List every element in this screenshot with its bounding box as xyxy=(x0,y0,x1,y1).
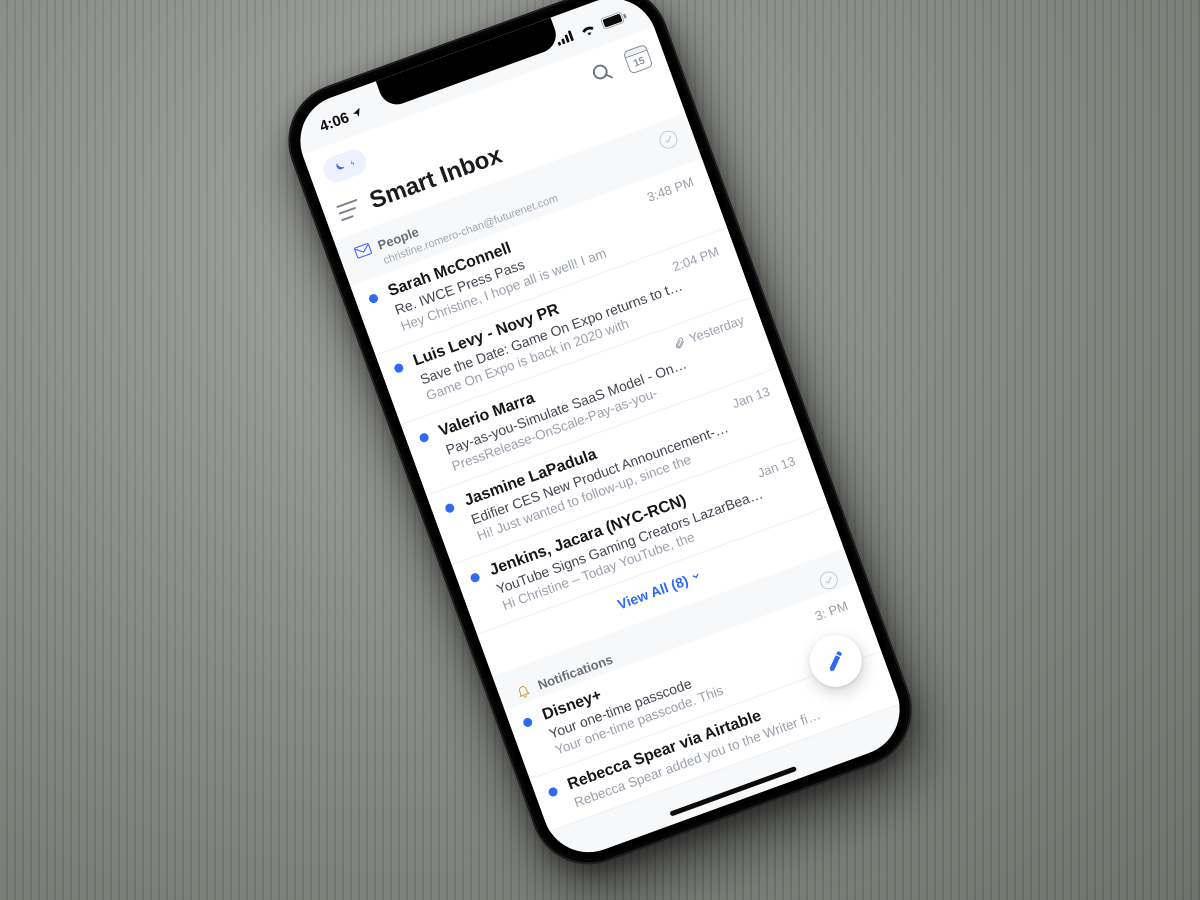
unread-dot xyxy=(521,716,533,728)
unread-dot xyxy=(547,786,559,798)
chevron-down-icon xyxy=(689,569,703,583)
unread-dot xyxy=(367,293,379,305)
unread-dot xyxy=(469,572,481,584)
search-button[interactable] xyxy=(582,53,620,91)
battery-icon xyxy=(600,10,629,30)
attachment-icon xyxy=(672,335,687,350)
location-icon xyxy=(349,104,365,124)
dnd-snooze-toggle[interactable] xyxy=(320,146,370,185)
unread-dot xyxy=(393,363,405,375)
bell-icon xyxy=(513,681,534,702)
unread-dot xyxy=(443,502,455,514)
calendar-button[interactable]: 15 xyxy=(623,44,654,75)
menu-button[interactable] xyxy=(336,199,362,222)
section-icon-people xyxy=(353,241,374,262)
wifi-icon xyxy=(577,21,598,38)
cellular-icon xyxy=(555,29,576,46)
calendar-day-number: 15 xyxy=(632,55,646,69)
compose-icon xyxy=(822,647,850,675)
status-time: 4:06 xyxy=(317,109,351,135)
unread-dot xyxy=(418,432,430,444)
